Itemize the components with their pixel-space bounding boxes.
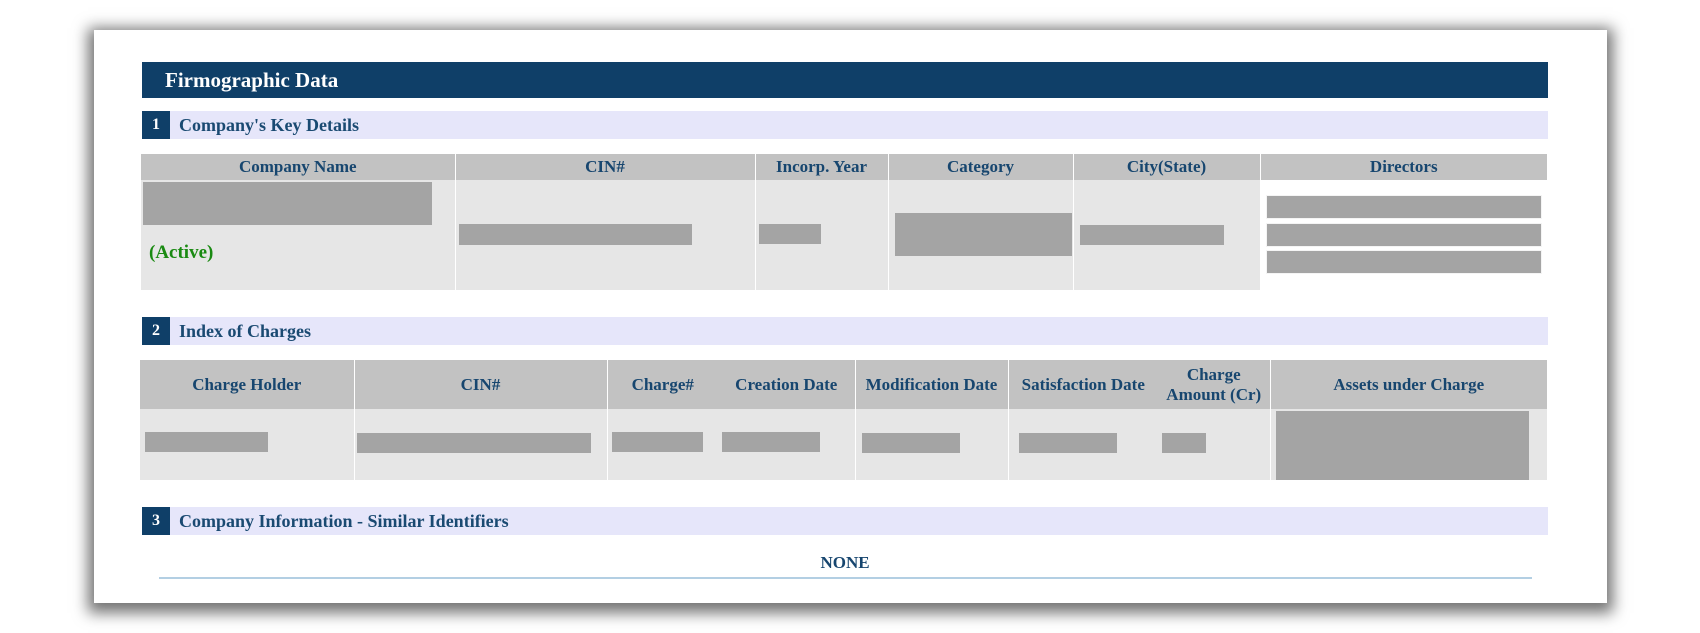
column-header: Charge Amount (Cr) xyxy=(1158,360,1270,409)
table-row xyxy=(140,409,1547,480)
redacted-cin xyxy=(458,224,692,245)
redacted-assets xyxy=(1275,411,1529,480)
directors-cell xyxy=(1259,180,1547,290)
similar-identifiers-value: NONE xyxy=(820,553,870,572)
redacted-charge-holder xyxy=(145,432,268,452)
redacted-modification-date xyxy=(861,433,960,453)
charges-table: Charge Holder CIN# Charge# Creation Date… xyxy=(140,360,1547,480)
column-header: Charge# xyxy=(606,360,718,409)
table-header-row: Company Name CIN# Incorp. Year Category … xyxy=(141,154,1547,180)
section-title: Index of Charges xyxy=(179,321,312,341)
redacted-director xyxy=(1265,223,1542,247)
column-header: Modification Date xyxy=(854,360,1008,409)
redacted-creation-date xyxy=(722,432,820,452)
redacted-city-state xyxy=(1079,225,1224,245)
column-header: Category xyxy=(887,154,1073,180)
charge-number-cell xyxy=(606,409,718,480)
redacted-director xyxy=(1265,250,1542,274)
column-header: Incorp. Year xyxy=(754,154,888,180)
cin-cell xyxy=(353,409,607,480)
column-header: City(State) xyxy=(1072,154,1260,180)
incorp-year-cell xyxy=(754,180,888,290)
report-title: Firmographic Data xyxy=(165,68,339,92)
cin-cell xyxy=(454,180,755,290)
table-row: (Active) xyxy=(141,180,1547,290)
divider xyxy=(159,577,1532,579)
category-cell xyxy=(887,180,1073,290)
redacted-charge-number xyxy=(611,432,703,452)
redacted-incorp-year xyxy=(758,224,821,244)
modification-date-cell xyxy=(854,409,1008,480)
section-number: 2 xyxy=(142,317,170,345)
key-details-table: Company Name CIN# Incorp. Year Category … xyxy=(141,154,1547,290)
redacted-category xyxy=(894,213,1072,256)
section-title: Company Information - Similar Identifier… xyxy=(179,511,509,531)
city-state-cell xyxy=(1072,180,1260,290)
satisfaction-date-cell xyxy=(1007,409,1158,480)
column-header: Charge Holder xyxy=(140,360,354,409)
charge-amount-cell xyxy=(1158,409,1270,480)
report-title-banner: Firmographic Data xyxy=(142,62,1548,98)
charge-holder-cell xyxy=(140,409,354,480)
column-header: Company Name xyxy=(141,154,455,180)
redacted-director xyxy=(1265,195,1542,219)
section-number: 1 xyxy=(142,111,170,139)
creation-date-cell xyxy=(718,409,855,480)
column-header: Assets under Charge xyxy=(1269,360,1547,409)
redacted-company-name xyxy=(143,182,432,225)
column-header: CIN# xyxy=(353,360,607,409)
column-header: Satisfaction Date xyxy=(1007,360,1158,409)
assets-cell xyxy=(1269,409,1547,480)
redacted-charge-amount xyxy=(1162,433,1206,453)
column-header: Creation Date xyxy=(718,360,855,409)
section-title: Company's Key Details xyxy=(179,115,359,135)
section-header-key-details: 1 Company's Key Details xyxy=(142,111,1548,139)
section-number: 3 xyxy=(142,507,170,535)
company-status: (Active) xyxy=(149,242,214,263)
table-header-row: Charge Holder CIN# Charge# Creation Date… xyxy=(140,360,1547,409)
section-header-index-of-charges: 2 Index of Charges xyxy=(142,317,1548,345)
company-name-cell: (Active) xyxy=(141,180,455,290)
redacted-satisfaction-date xyxy=(1018,433,1117,453)
section-header-similar-identifiers: 3 Company Information - Similar Identifi… xyxy=(142,507,1548,535)
column-header: CIN# xyxy=(454,154,755,180)
redacted-cin xyxy=(356,433,591,453)
column-header: Directors xyxy=(1259,154,1547,180)
